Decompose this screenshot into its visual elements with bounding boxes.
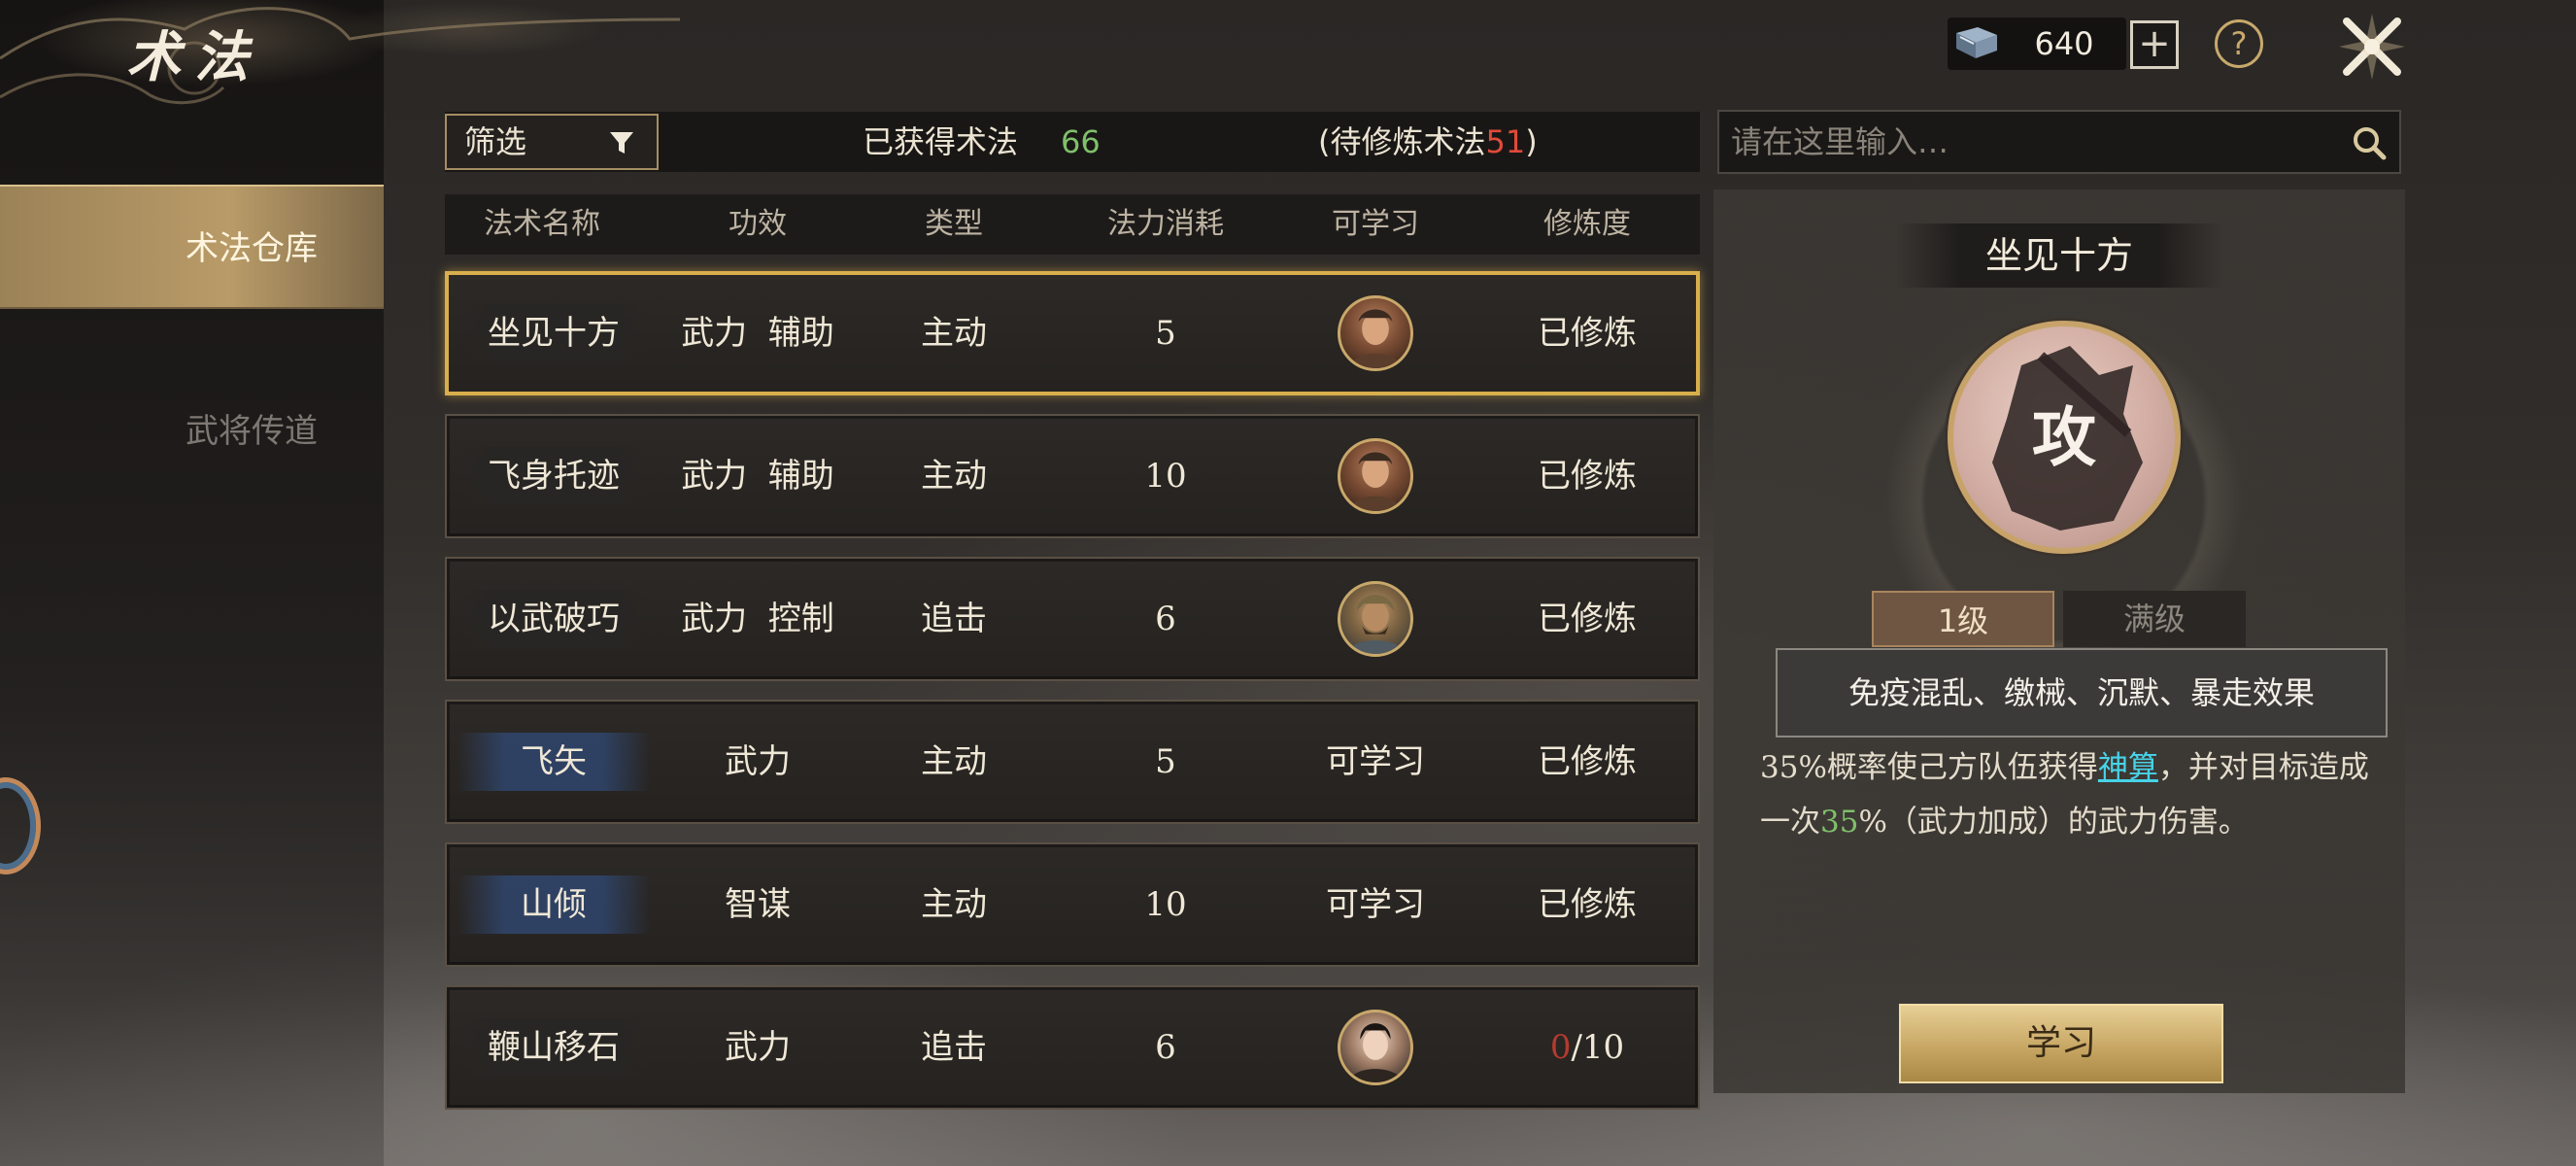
skill-name: 坐见十方 <box>488 314 620 353</box>
skill-cost: 5 <box>1155 314 1176 353</box>
pending-prefix: (待修炼术法 <box>1318 123 1486 160</box>
skill-type: 追击 <box>921 600 987 638</box>
skill-name: 鞭山移石 <box>488 1028 620 1067</box>
column-header-learnable: 可学习 <box>1332 207 1419 241</box>
left-sidebar <box>0 0 384 1166</box>
skill-progress: 0/10 <box>1490 985 1684 1110</box>
skill-effect: 武力 控制 <box>681 600 834 638</box>
search-input[interactable] <box>1729 116 2331 168</box>
skill-progress: 已修炼 <box>1538 885 1637 924</box>
pending-count: (待修炼术法51) <box>1318 114 1538 170</box>
resource-value: 640 <box>2034 25 2094 62</box>
filter-funnel-icon <box>610 132 633 154</box>
skill-type: 追击 <box>921 1028 987 1067</box>
help-button[interactable]: ? <box>2215 19 2263 68</box>
skill-learnable: 可学习 <box>1326 742 1425 781</box>
general-avatar[interactable] <box>1338 1010 1413 1085</box>
pending-count-value: 51 <box>1485 123 1526 160</box>
portrait-icon <box>1349 452 1402 511</box>
skill-learnable: 可学习 <box>1326 885 1425 924</box>
skill-emblem-char: 攻 <box>2032 399 2096 475</box>
learn-button[interactable]: 学习 <box>1899 1004 2223 1083</box>
sidebar-item-general-teaching[interactable]: 武将传道 <box>0 369 384 494</box>
skill-effect: 武力 <box>725 1028 791 1067</box>
skill-name: 飞身托迹 <box>488 457 620 496</box>
portrait-icon <box>1345 595 1406 654</box>
skill-cost: 6 <box>1155 1028 1176 1067</box>
column-header-cost: 法力消耗 <box>1107 207 1224 241</box>
title-cloud-decoration <box>0 0 699 126</box>
skill-cost: 10 <box>1144 885 1187 924</box>
skill-book-icon <box>1956 27 1997 58</box>
close-icon[interactable] <box>2333 8 2411 86</box>
general-avatar[interactable] <box>1338 295 1413 371</box>
skill-effect: 武力 <box>725 742 791 781</box>
add-resource-button[interactable]: + <box>2130 20 2179 69</box>
cloud-ornament-icon <box>0 7 681 105</box>
skill-cost: 5 <box>1155 742 1176 781</box>
desc-highlight-value: 35 <box>1820 805 1859 840</box>
obtained-count-value: 66 <box>1061 123 1101 160</box>
portrait-icon <box>1347 1023 1404 1082</box>
skill-name: 飞矢 <box>521 742 587 781</box>
column-header-effect: 功效 <box>729 207 787 241</box>
skill-effect: 武力 辅助 <box>681 457 834 496</box>
skill-type: 主动 <box>921 457 987 496</box>
tab-level-1[interactable]: 1级 <box>1872 591 2054 647</box>
column-header-type: 类型 <box>925 207 983 241</box>
skill-progress: 已修炼 <box>1538 314 1637 353</box>
portrait-icon <box>1349 309 1402 368</box>
skill-description: 35%概率使己方队伍获得神算，并对目标造成一次35%（武力加成）的武力伤害。 <box>1760 740 2382 849</box>
detail-title: 坐见十方 <box>1984 234 2133 277</box>
skill-cost: 6 <box>1155 600 1176 638</box>
skill-name: 山倾 <box>521 885 587 924</box>
skill-progress: 已修炼 <box>1538 742 1637 781</box>
filter-label: 筛选 <box>464 123 527 160</box>
progress-total: /10 <box>1571 1028 1625 1067</box>
general-avatar[interactable] <box>1338 438 1413 514</box>
sidebar-item-skill-warehouse[interactable]: 术法仓库 <box>0 185 384 309</box>
desc-text-1: 35%概率使己方队伍获得 <box>1760 750 2098 785</box>
skill-type: 主动 <box>921 742 987 781</box>
desc-text-3: %（武力加成）的武力伤害。 <box>1858 805 2249 840</box>
column-header-name: 法术名称 <box>484 207 600 241</box>
obtained-count-label: 已获得术法 <box>863 123 1019 160</box>
effect-tooltip: 免疫混乱、缴械、沉默、暴走效果 <box>1776 648 2388 737</box>
skill-effect: 武力 辅助 <box>681 314 834 353</box>
search-icon[interactable] <box>2351 124 2388 161</box>
page-title: 术法 <box>126 25 262 89</box>
skill-cost: 10 <box>1144 457 1187 496</box>
tab-level-max[interactable]: 满级 <box>2063 591 2246 647</box>
skill-effect: 智谋 <box>725 885 791 924</box>
progress-current: 0 <box>1549 1028 1572 1067</box>
general-avatar[interactable] <box>1338 581 1413 657</box>
skill-name: 以武破巧 <box>488 600 620 638</box>
skill-type: 主动 <box>921 885 987 924</box>
skill-type: 主动 <box>921 314 987 353</box>
skill-progress: 已修炼 <box>1538 600 1637 638</box>
shensuan-link[interactable]: 神算 <box>2098 750 2158 785</box>
skill-progress: 已修炼 <box>1538 457 1637 496</box>
column-header-progress: 修炼度 <box>1543 207 1631 241</box>
pending-suffix: ) <box>1525 123 1538 160</box>
